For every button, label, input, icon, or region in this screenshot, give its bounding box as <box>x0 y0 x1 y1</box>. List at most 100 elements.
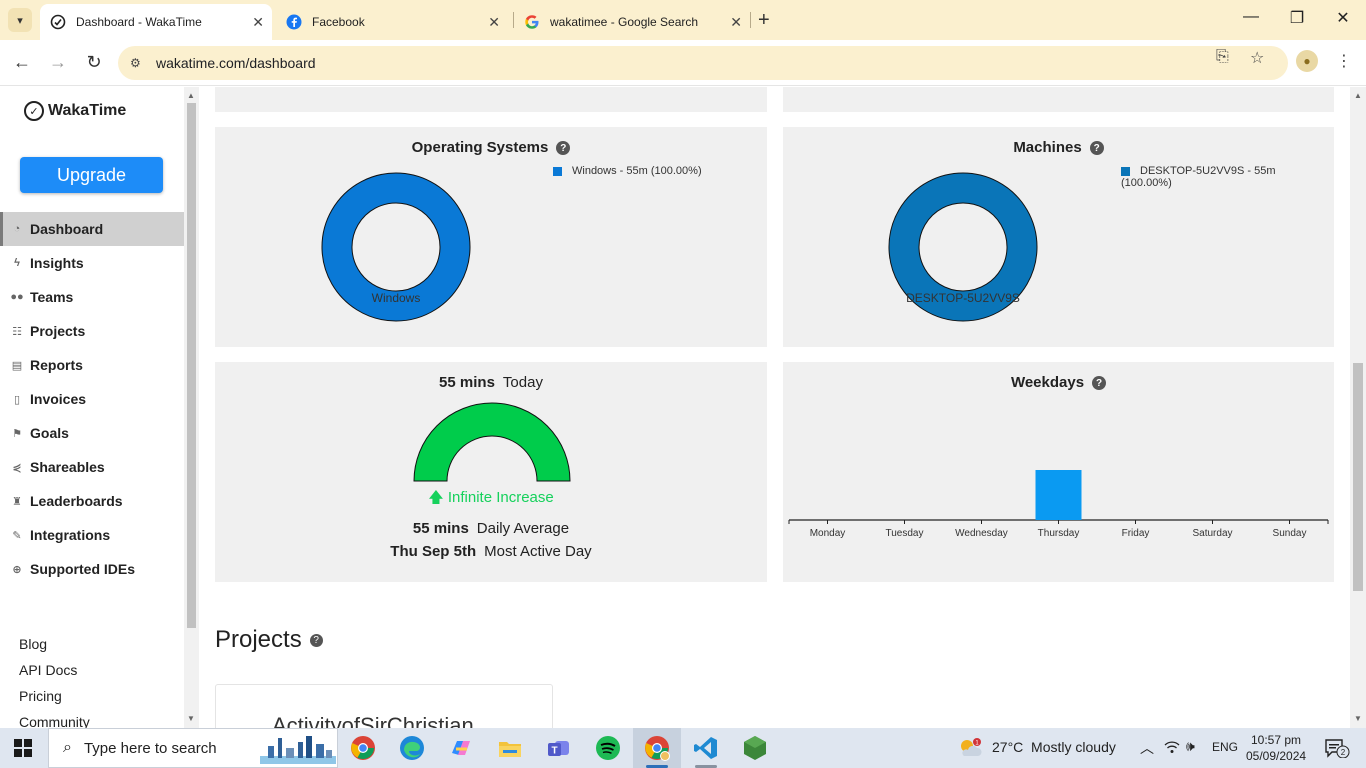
vscode-taskbar-icon[interactable] <box>692 734 720 762</box>
browser-menu-icon[interactable]: ⋮ <box>1336 51 1352 71</box>
sidebar-item-goals[interactable]: ⚑ Goals <box>0 416 184 450</box>
sidebar-item-projects[interactable]: ☷ Projects <box>0 314 184 348</box>
machines-donut-chart: DESKTOP-5U2VV9S <box>888 172 1038 322</box>
bolt-icon: ϟ <box>14 257 20 269</box>
chrome-taskbar-icon[interactable] <box>349 734 377 762</box>
scroll-down-icon[interactable]: ▼ <box>1354 714 1362 723</box>
sidebar-scrollbar[interactable]: ▲ ▼ <box>184 87 199 728</box>
sidebar-item-dashboard[interactable]: ◔ Dashboard <box>0 212 184 246</box>
sidebar-item-insights[interactable]: ϟ Insights <box>0 246 184 280</box>
weekdays-bar-chart: Monday Tuesday Wednesday Thursday Friday Satu… <box>788 470 1329 539</box>
sidebar-item-leaderboards[interactable]: ♜ Leaderboards <box>0 484 184 518</box>
tick-label-friday: Friday <box>1122 528 1150 539</box>
search-icon: ⌕ <box>63 739 72 756</box>
weekdays-card: Weekdays? Monday Tuesday Wednesday Thursday… <box>783 362 1334 582</box>
notifications-icon[interactable]: 2 <box>1324 738 1350 759</box>
site-settings-icon[interactable]: ⚙ <box>130 56 146 70</box>
tick-label-thursday: Thursday <box>1038 528 1080 539</box>
new-tab-button[interactable]: + <box>758 9 770 32</box>
install-app-icon[interactable]: ⎘ <box>1216 48 1229 66</box>
tab-wakatime[interactable]: Dashboard - WakaTime ✕ <box>40 4 272 40</box>
close-window-icon[interactable]: ✕ <box>1328 8 1358 28</box>
flag-icon: ⚑ <box>12 427 22 440</box>
sidebar-item-reports[interactable]: ▤ Reports <box>0 348 184 382</box>
sidebar-item-label: Teams <box>30 289 74 305</box>
url-text[interactable]: wakatime.com/dashboard <box>156 55 316 71</box>
sidebar-item-invoices[interactable]: ▯ Invoices <box>0 382 184 416</box>
tick-label-tuesday: Tuesday <box>886 528 924 539</box>
close-tab-icon[interactable]: ✕ <box>252 14 264 31</box>
most-active-day-label: Most Active Day <box>484 543 592 560</box>
page-scroll-thumb[interactable] <box>1353 363 1363 591</box>
close-tab-icon[interactable]: ✕ <box>730 14 742 31</box>
report-icon: ▤ <box>11 359 23 372</box>
chrome-profile-taskbar-icon[interactable] <box>643 734 671 762</box>
grid-icon: ☷ <box>12 325 22 338</box>
sidebar-item-teams[interactable]: ●● Teams <box>0 280 184 314</box>
arrow-up-icon: 🡅 <box>428 489 444 506</box>
sidebar-scroll-thumb[interactable] <box>187 103 196 628</box>
tick-label-saturday: Saturday <box>1192 528 1232 539</box>
pricing-link[interactable]: Pricing <box>19 688 62 704</box>
api-docs-link[interactable]: API Docs <box>19 662 77 678</box>
file-explorer-taskbar-icon[interactable] <box>496 734 524 762</box>
sidebar-item-integrations[interactable]: ✎ Integrations <box>0 518 184 552</box>
edge-taskbar-icon[interactable] <box>398 734 426 762</box>
close-tab-icon[interactable]: ✕ <box>488 14 500 31</box>
today-label: Today <box>502 374 543 391</box>
reload-icon[interactable]: ↻ <box>82 52 106 73</box>
tab-search-button[interactable]: ▾ <box>8 8 32 32</box>
machines-card: Machines? DESKTOP-5U2VV9S - 55m (100.00%… <box>783 127 1334 347</box>
search-placeholder[interactable]: Type here to search <box>84 740 217 757</box>
browser-toolbar: ← → ↻ ⚙ wakatime.com/dashboard ⎘ ☆ ● ⋮ <box>0 40 1366 86</box>
page-scrollbar[interactable]: ▲ ▼ <box>1350 87 1366 728</box>
notification-count: 2 <box>1341 748 1346 757</box>
back-arrow-icon[interactable]: ← <box>10 52 34 73</box>
sidebar-item-label: Projects <box>30 323 86 339</box>
scroll-up-icon[interactable]: ▲ <box>187 91 195 100</box>
bookmark-star-icon[interactable]: ☆ <box>1250 48 1264 68</box>
blog-link[interactable]: Blog <box>19 636 47 652</box>
weather-widget[interactable]: 1 27°C Mostly cloudy <box>958 738 1116 756</box>
help-icon[interactable]: ? <box>309 634 323 648</box>
sidebar-item-label: Reports <box>30 357 83 373</box>
tab-facebook[interactable]: Facebook ✕ <box>276 4 508 40</box>
sidebar-item-label: Insights <box>30 255 84 271</box>
sidebar-item-shareables[interactable]: ⋞ Shareables <box>0 450 184 484</box>
increase-label: Infinite Increase <box>447 489 554 506</box>
sidebar-item-label: Shareables <box>30 459 105 475</box>
sidebar-item-label: Leaderboards <box>30 493 123 509</box>
scroll-up-icon[interactable]: ▲ <box>1354 91 1362 100</box>
restore-icon[interactable]: ❐ <box>1282 8 1312 28</box>
volume-icon[interactable]: 🕪 <box>1186 738 1195 755</box>
sidebar-item-supported-ides[interactable]: ⊕ Supported IDEs <box>0 552 184 586</box>
minimize-icon[interactable]: — <box>1236 8 1266 26</box>
weather-cloudy-icon: 1 <box>958 738 982 756</box>
language-indicator[interactable]: ENG <box>1212 740 1238 754</box>
daily-average-stat: 55 mins Daily Average <box>215 520 767 537</box>
spotify-taskbar-icon[interactable] <box>594 734 622 762</box>
nodejs-taskbar-icon[interactable] <box>741 734 769 762</box>
today-stat: 55 mins Today <box>215 374 767 391</box>
today-gauge <box>413 402 571 482</box>
profile-avatar-icon[interactable]: ● <box>1296 50 1318 72</box>
teams-taskbar-icon[interactable]: T <box>545 734 573 762</box>
bar-thursday <box>1035 470 1082 520</box>
svg-text:T: T <box>551 746 557 757</box>
show-hidden-icons-chevron[interactable]: ︿ <box>1140 738 1154 758</box>
taskbar-clock[interactable]: 10:57 pm 05/09/2024 <box>1246 732 1306 764</box>
copilot-taskbar-icon[interactable] <box>447 734 475 762</box>
upgrade-button[interactable]: Upgrade <box>20 157 163 193</box>
wifi-icon[interactable] <box>1164 740 1180 757</box>
operating-systems-card: Operating Systems? Windows - 55m (100.00… <box>215 127 767 347</box>
previous-card-right <box>783 87 1334 112</box>
scroll-down-icon[interactable]: ▼ <box>187 714 195 723</box>
sidebar: ✓ WakaTime Upgrade ◔ Dashboard ϟ Insights … <box>0 87 184 730</box>
wakatime-logo-icon: ✓ <box>24 101 44 121</box>
tab-google-search[interactable]: wakatimee - Google Search ✕ <box>514 4 750 40</box>
windows-start-icon[interactable] <box>14 739 32 757</box>
wakatime-logo[interactable]: ✓ WakaTime <box>24 101 126 121</box>
address-bar[interactable]: ⚙ wakatime.com/dashboard <box>118 46 1288 80</box>
tick-label-monday: Monday <box>810 528 846 539</box>
forward-arrow-icon[interactable]: → <box>46 52 70 73</box>
